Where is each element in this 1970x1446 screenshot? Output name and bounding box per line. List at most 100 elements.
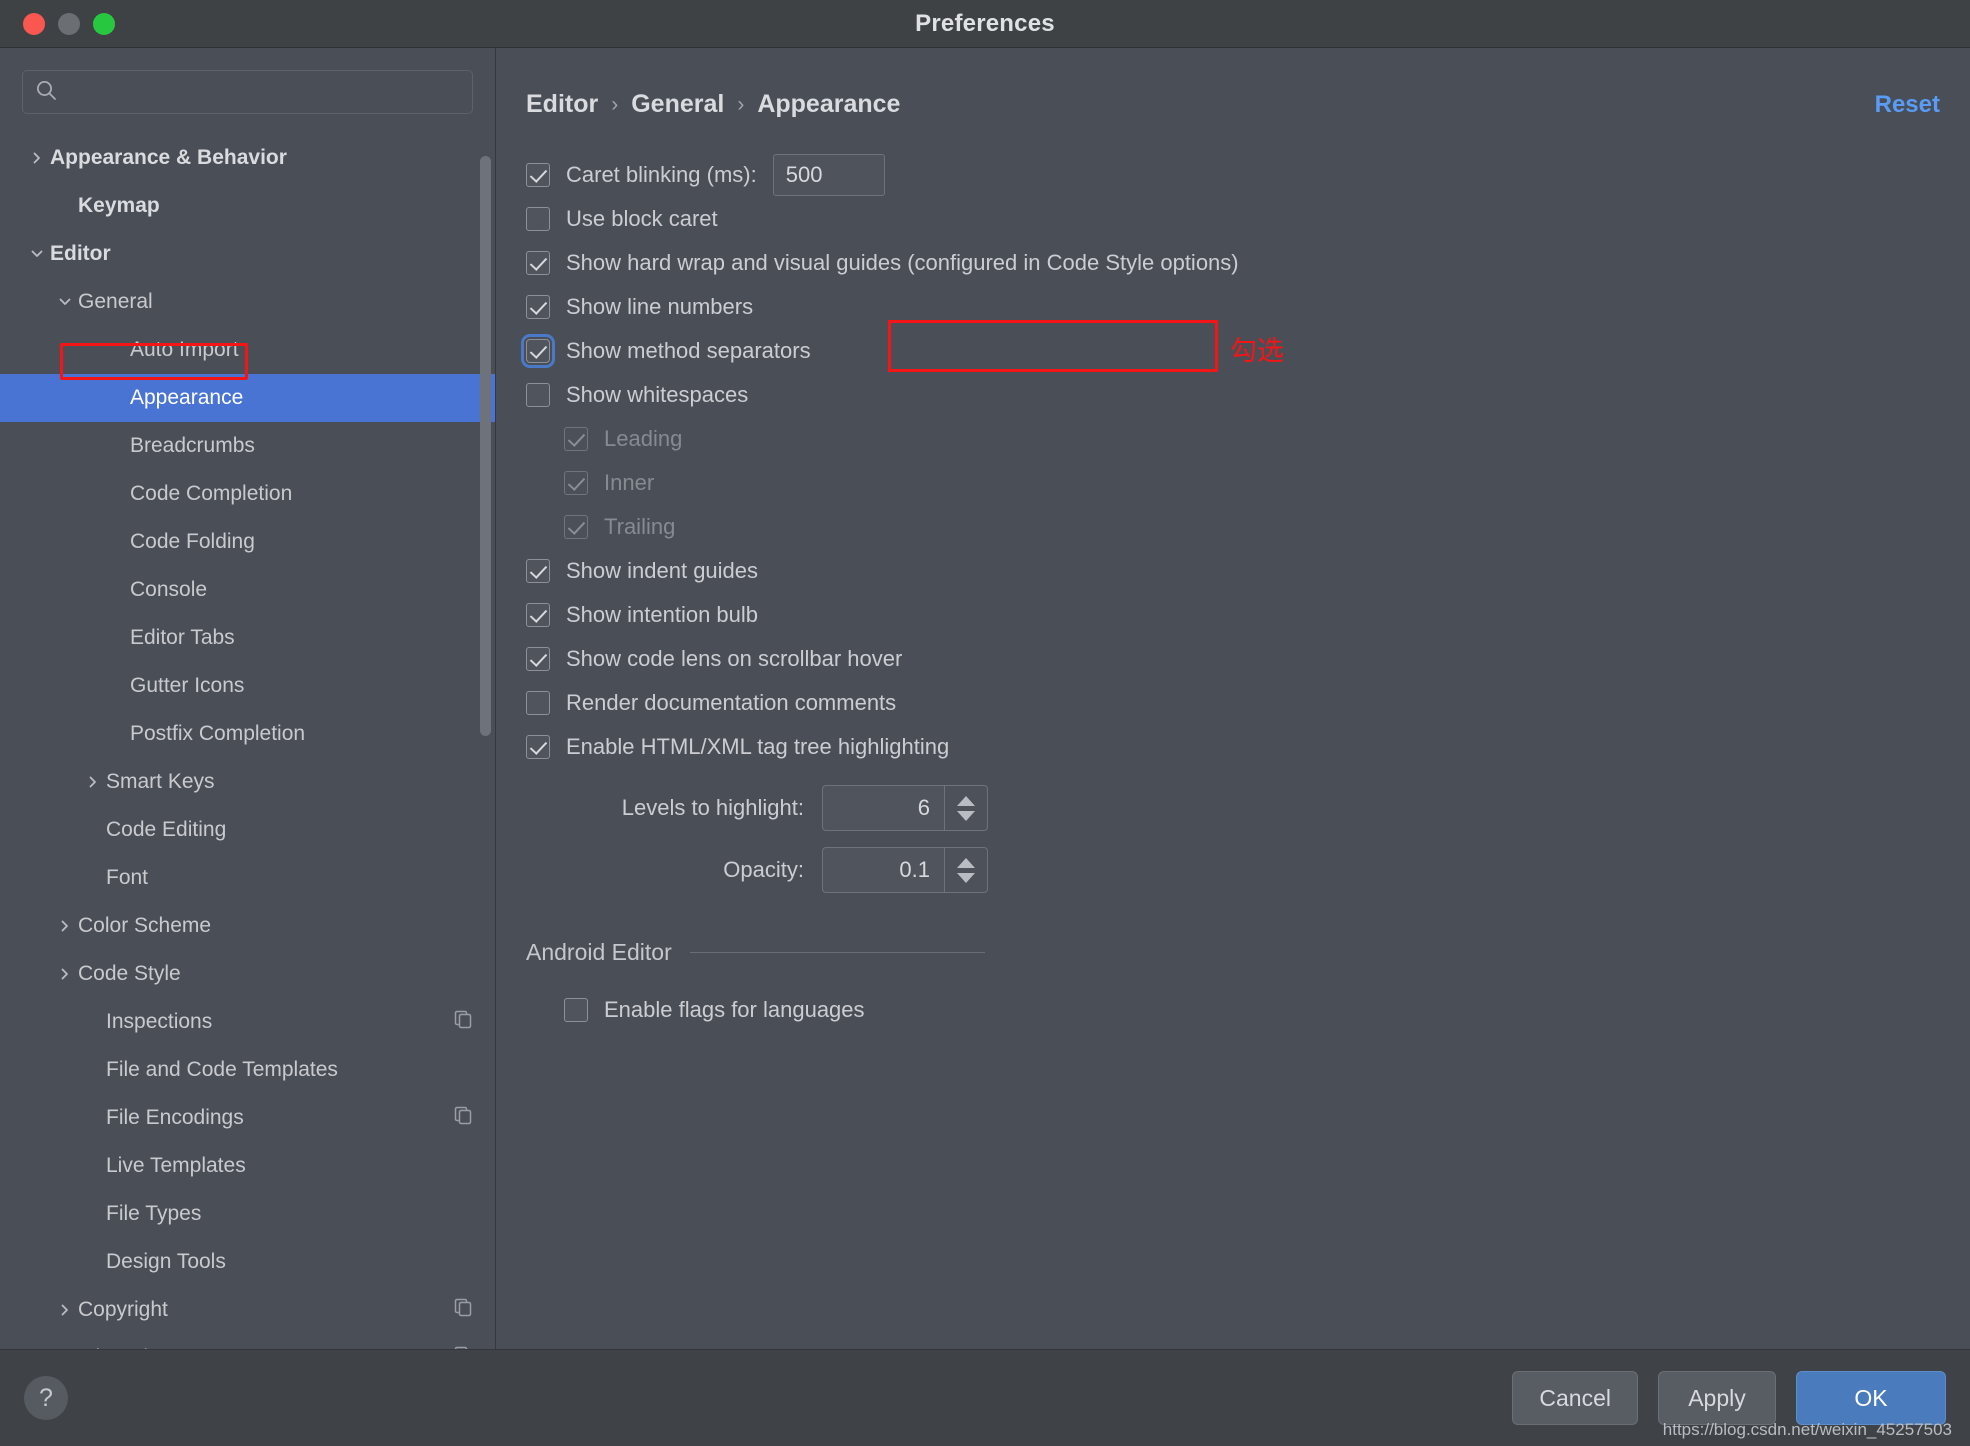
chevron-down-icon[interactable] [24,247,50,261]
breadcrumb-segment[interactable]: Editor [526,90,598,119]
checkbox-show-indent-guides[interactable] [526,559,550,583]
option-label: Show line numbers [566,294,754,319]
sidebar-item-label: Code Completion [130,482,293,505]
sidebar-item-code-folding[interactable]: Code Folding [0,518,495,566]
sidebar-item-auto-import[interactable]: Auto Import [0,326,495,374]
watermark-text: https://blog.csdn.net/weixin_45257503 [1662,1420,1952,1439]
sidebar-item-postfix-completion[interactable]: Postfix Completion [0,710,495,758]
checkbox-caret-blinking[interactable] [526,163,550,187]
checkbox-render-documentation-comments[interactable] [526,691,550,715]
checkbox-use-block-caret[interactable] [526,207,550,231]
sidebar-item-keymap[interactable]: Keymap [0,182,495,230]
sidebar-item-label: Editor Tabs [130,626,235,649]
search-input[interactable] [66,81,460,103]
breadcrumb-segment[interactable]: Appearance [757,90,900,119]
chevron-down-icon[interactable] [52,295,78,309]
option-caret-blinking[interactable]: Caret blinking (ms): 500 [526,153,1940,197]
sidebar-item-copyright[interactable]: Copyright [0,1286,495,1334]
breadcrumb-separator: › [737,92,745,116]
option-show-indent-guides[interactable]: Show indent guides [526,549,1940,593]
option-enable-flags-for-languages[interactable]: Enable flags for languages [526,988,1940,1032]
search-box[interactable] [22,70,473,114]
sidebar-item-console[interactable]: Console [0,566,495,614]
apply-button[interactable]: Apply [1658,1371,1776,1425]
spinner-value[interactable]: 0.1 [822,847,944,893]
sidebar-item-inlay-hints[interactable]: Inlay Hints [0,1334,495,1349]
reset-link[interactable]: Reset [1875,91,1940,119]
checkbox-enable-flags-for-languages[interactable] [564,998,588,1022]
option-label: Show method separators [566,338,811,363]
sidebar-item-appearance[interactable]: Appearance [0,374,495,422]
checkbox-show-hard-wrap-and-visual-guides-configured-in-code-style-options[interactable] [526,251,550,275]
copy-icon[interactable] [453,1009,473,1035]
option-show-whitespaces[interactable]: Show whitespaces [526,373,1940,417]
checkbox-show-intention-bulb[interactable] [526,603,550,627]
option-show-hard-wrap-and-visual-guides-configured-in-code-style-options[interactable]: Show hard wrap and visual guides (config… [526,241,1940,285]
copy-icon[interactable] [453,1297,473,1323]
sidebar-item-file-and-code-templates[interactable]: File and Code Templates [0,1046,495,1094]
checkbox-show-whitespaces[interactable] [526,383,550,407]
spinner-fields: Levels to highlight: 6 Opacity: 0.1 [526,785,1940,893]
sidebar-item-breadcrumbs[interactable]: Breadcrumbs [0,422,495,470]
sidebar-item-design-tools[interactable]: Design Tools [0,1238,495,1286]
option-label: Caret blinking (ms): [566,162,757,187]
checkbox-show-method-separators[interactable] [521,334,555,368]
spinner-up-icon[interactable] [957,857,975,868]
sidebar-item-code-style[interactable]: Code Style [0,950,495,998]
spinner-buttons[interactable] [944,785,988,831]
spinner-down-icon[interactable] [957,810,975,821]
checkbox-enable-html-xml-tag-tree-highlighting[interactable] [526,735,550,759]
preferences-window: Preferences Appearance & Behavior Keymap E… [0,0,1970,1446]
spinner-buttons[interactable] [944,847,988,893]
copy-icon[interactable] [453,1105,473,1131]
sidebar-item-appearance-behavior[interactable]: Appearance & Behavior [0,134,495,182]
option-show-code-lens-on-scrollbar-hover[interactable]: Show code lens on scrollbar hover [526,637,1940,681]
annotation-text-method-separators: 勾选 [1230,336,1284,367]
sidebar-item-label: Editor [50,242,111,265]
chevron-right-icon[interactable] [52,967,78,981]
sidebar-item-editor[interactable]: Editor [0,230,495,278]
sidebar-item-inspections[interactable]: Inspections [0,998,495,1046]
title-bar: Preferences [0,0,1970,48]
sidebar-item-gutter-icons[interactable]: Gutter Icons [0,662,495,710]
cancel-button[interactable]: Cancel [1512,1371,1638,1425]
chevron-right-icon[interactable] [52,1303,78,1317]
breadcrumb-segment[interactable]: General [631,90,724,119]
chevron-right-icon[interactable] [24,151,50,165]
chevron-right-icon[interactable] [52,919,78,933]
sidebar-item-color-scheme[interactable]: Color Scheme [0,902,495,950]
sidebar-item-file-encodings[interactable]: File Encodings [0,1094,495,1142]
chevron-right-icon[interactable] [80,775,106,789]
sidebar-item-label: Gutter Icons [130,674,245,697]
spinner-opacity[interactable]: 0.1 [822,847,988,893]
spinner-up-icon[interactable] [957,795,975,806]
caret-blinking-input[interactable]: 500 [772,154,885,196]
option-show-line-numbers[interactable]: Show line numbers [526,285,1940,329]
sidebar-item-code-completion[interactable]: Code Completion [0,470,495,518]
spinner-label: Levels to highlight: [621,795,804,820]
sidebar-item-code-editing[interactable]: Code Editing [0,806,495,854]
sidebar-item-editor-tabs[interactable]: Editor Tabs [0,614,495,662]
ok-button[interactable]: OK [1796,1371,1946,1425]
sidebar-item-label: Copyright [78,1298,168,1321]
option-show-intention-bulb[interactable]: Show intention bulb [526,593,1940,637]
option-leading: Leading [526,417,1940,461]
option-render-documentation-comments[interactable]: Render documentation comments [526,681,1940,725]
checkbox-show-line-numbers[interactable] [526,295,550,319]
sidebar-item-live-templates[interactable]: Live Templates [0,1142,495,1190]
spinner-levels-to-highlight[interactable]: 6 [822,785,988,831]
spinner-value[interactable]: 6 [822,785,944,831]
sidebar-item-smart-keys[interactable]: Smart Keys [0,758,495,806]
window-title: Preferences [915,9,1055,37]
help-button[interactable]: ? [24,1376,68,1420]
sidebar-item-general[interactable]: General [0,278,495,326]
sidebar-item-label: Appearance & Behavior [50,146,287,169]
option-enable-html-xml-tag-tree-highlighting[interactable]: Enable HTML/XML tag tree highlighting [526,725,1940,769]
option-label: Enable HTML/XML tag tree highlighting [566,734,950,759]
sidebar-item-font[interactable]: Font [0,854,495,902]
spinner-down-icon[interactable] [957,872,975,883]
sidebar-item-file-types[interactable]: File Types [0,1190,495,1238]
sidebar-scrollbar[interactable] [480,156,491,736]
checkbox-show-code-lens-on-scrollbar-hover[interactable] [526,647,550,671]
option-use-block-caret[interactable]: Use block caret [526,197,1940,241]
